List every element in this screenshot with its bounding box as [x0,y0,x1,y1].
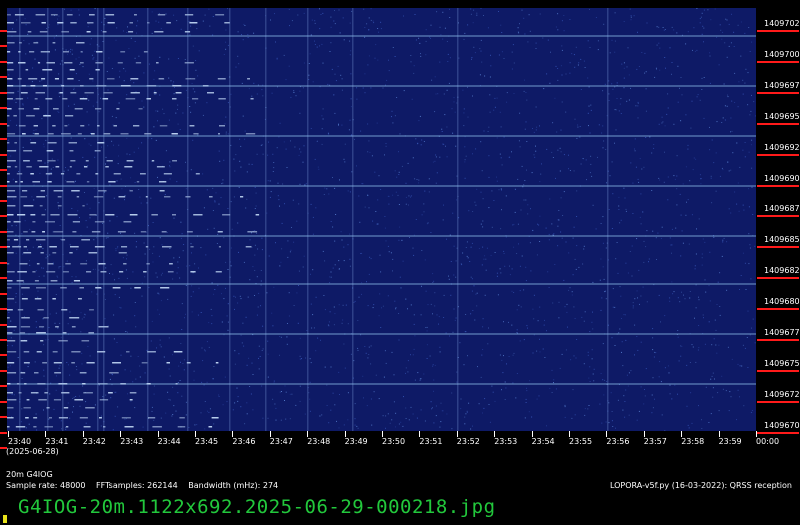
fft-samples-label: FFTsamples: 262144 [96,481,178,490]
left-tick [0,277,7,280]
time-label: 23:47 [269,437,293,446]
left-tick [0,122,7,125]
filename-caption: G4IOG-20m.1122x692.2025-06-29-000218.jpg [18,496,496,518]
left-tick [0,107,7,110]
frequency-label: 14096950 [764,111,800,121]
left-tick [0,30,7,32]
frequency-label: 14096775 [764,328,800,337]
left-tick [0,169,7,172]
frequency-tick [757,308,799,311]
left-tick [0,199,7,202]
frequency-tick [757,122,799,125]
time-label: 23:43 [120,437,144,446]
time-label: 23:44 [157,437,181,446]
time-label: 23:54 [531,437,555,446]
left-tick [0,153,7,156]
time-label: 23:56 [606,437,630,446]
left-tick [0,91,7,94]
left-tick [0,385,7,388]
frequency-tick [757,30,799,32]
time-label: 23:46 [232,437,256,446]
time-label: 23:49 [344,437,368,446]
keyed-signals [7,8,609,431]
time-label: 23:48 [307,437,331,446]
frequency-tick [757,339,799,341]
frequency-label: 14096800 [764,297,800,307]
frequency-tick [757,246,799,249]
frequency-label: 14096900 [764,173,800,183]
frequency-label: 14096725 [764,389,800,399]
bandwidth-label: Bandwidth (mHz): 274 [188,481,279,490]
time-label: 23:50 [382,437,406,446]
left-tick [0,230,7,233]
frequency-tick [757,215,799,218]
time-label: 23:41 [45,437,69,446]
software-label: LOPORA-v5f.py (16-03-2022): QRSS recepti… [609,481,792,490]
left-tick [0,308,7,311]
left-tick [0,76,7,79]
corner-marker [3,515,7,523]
receiver-parameters: Sample rate: 48000 FFTsamples: 262144 Ba… [6,481,286,490]
frequency-tick [757,91,799,94]
frequency-tick [757,369,799,372]
station-label: 20m G4IOG [6,470,53,479]
time-label: 23:40 [8,437,32,446]
left-tick [0,215,7,218]
left-tick [0,261,7,264]
waterfall-traces [7,8,756,431]
frequency-label: 14096825 [764,266,800,276]
left-tick [0,292,7,295]
left-tick [0,45,7,48]
date-label: (2025-06-28) [6,447,59,456]
frequency-label: 14097025 [764,19,800,28]
time-label: 23:55 [569,437,593,446]
time-label: 23:57 [643,437,667,446]
frequency-tick [757,277,799,280]
frequency-label: 14096975 [764,80,800,90]
sample-rate-label: Sample rate: 48000 [6,481,86,490]
waterfall-spectrogram [7,8,756,431]
time-label: 23:52 [456,437,480,446]
time-label: 00:00 [756,437,780,446]
left-tick [0,400,7,403]
time-axis: 23:40 23:41 23:42 23:43 23:44 23:45 23:46 23:47… [0,431,800,461]
left-tick [0,416,7,419]
left-tick [0,369,7,372]
frequency-tick [757,60,799,63]
left-tick [0,339,7,341]
left-tick [0,138,7,141]
time-label: 23:45 [195,437,219,446]
frequency-label: 14096875 [764,204,800,214]
time-label: 23:51 [419,437,443,446]
left-tick [0,184,7,187]
left-tick [0,60,7,63]
time-label: 23:59 [718,437,742,446]
carrier-traces [7,35,756,385]
frequency-tick [757,184,799,187]
frequency-tick [757,153,799,156]
frequency-label: 14097000 [764,49,800,59]
frequency-axis: 14097025 14097000 14096975 14096950 14096925… [756,0,800,440]
left-tick [0,323,7,326]
frequency-label: 14096850 [764,235,800,245]
frequency-label: 14096925 [764,142,800,152]
time-label: 23:58 [681,437,705,446]
frequency-label: 14096700 [764,420,800,430]
time-label: 23:42 [82,437,106,446]
time-label: 23:53 [494,437,518,446]
noise-speckle [7,8,756,431]
left-tick [0,246,7,249]
left-tick [0,354,7,357]
frequency-label: 14096750 [764,358,800,368]
frequency-tick [757,400,799,403]
